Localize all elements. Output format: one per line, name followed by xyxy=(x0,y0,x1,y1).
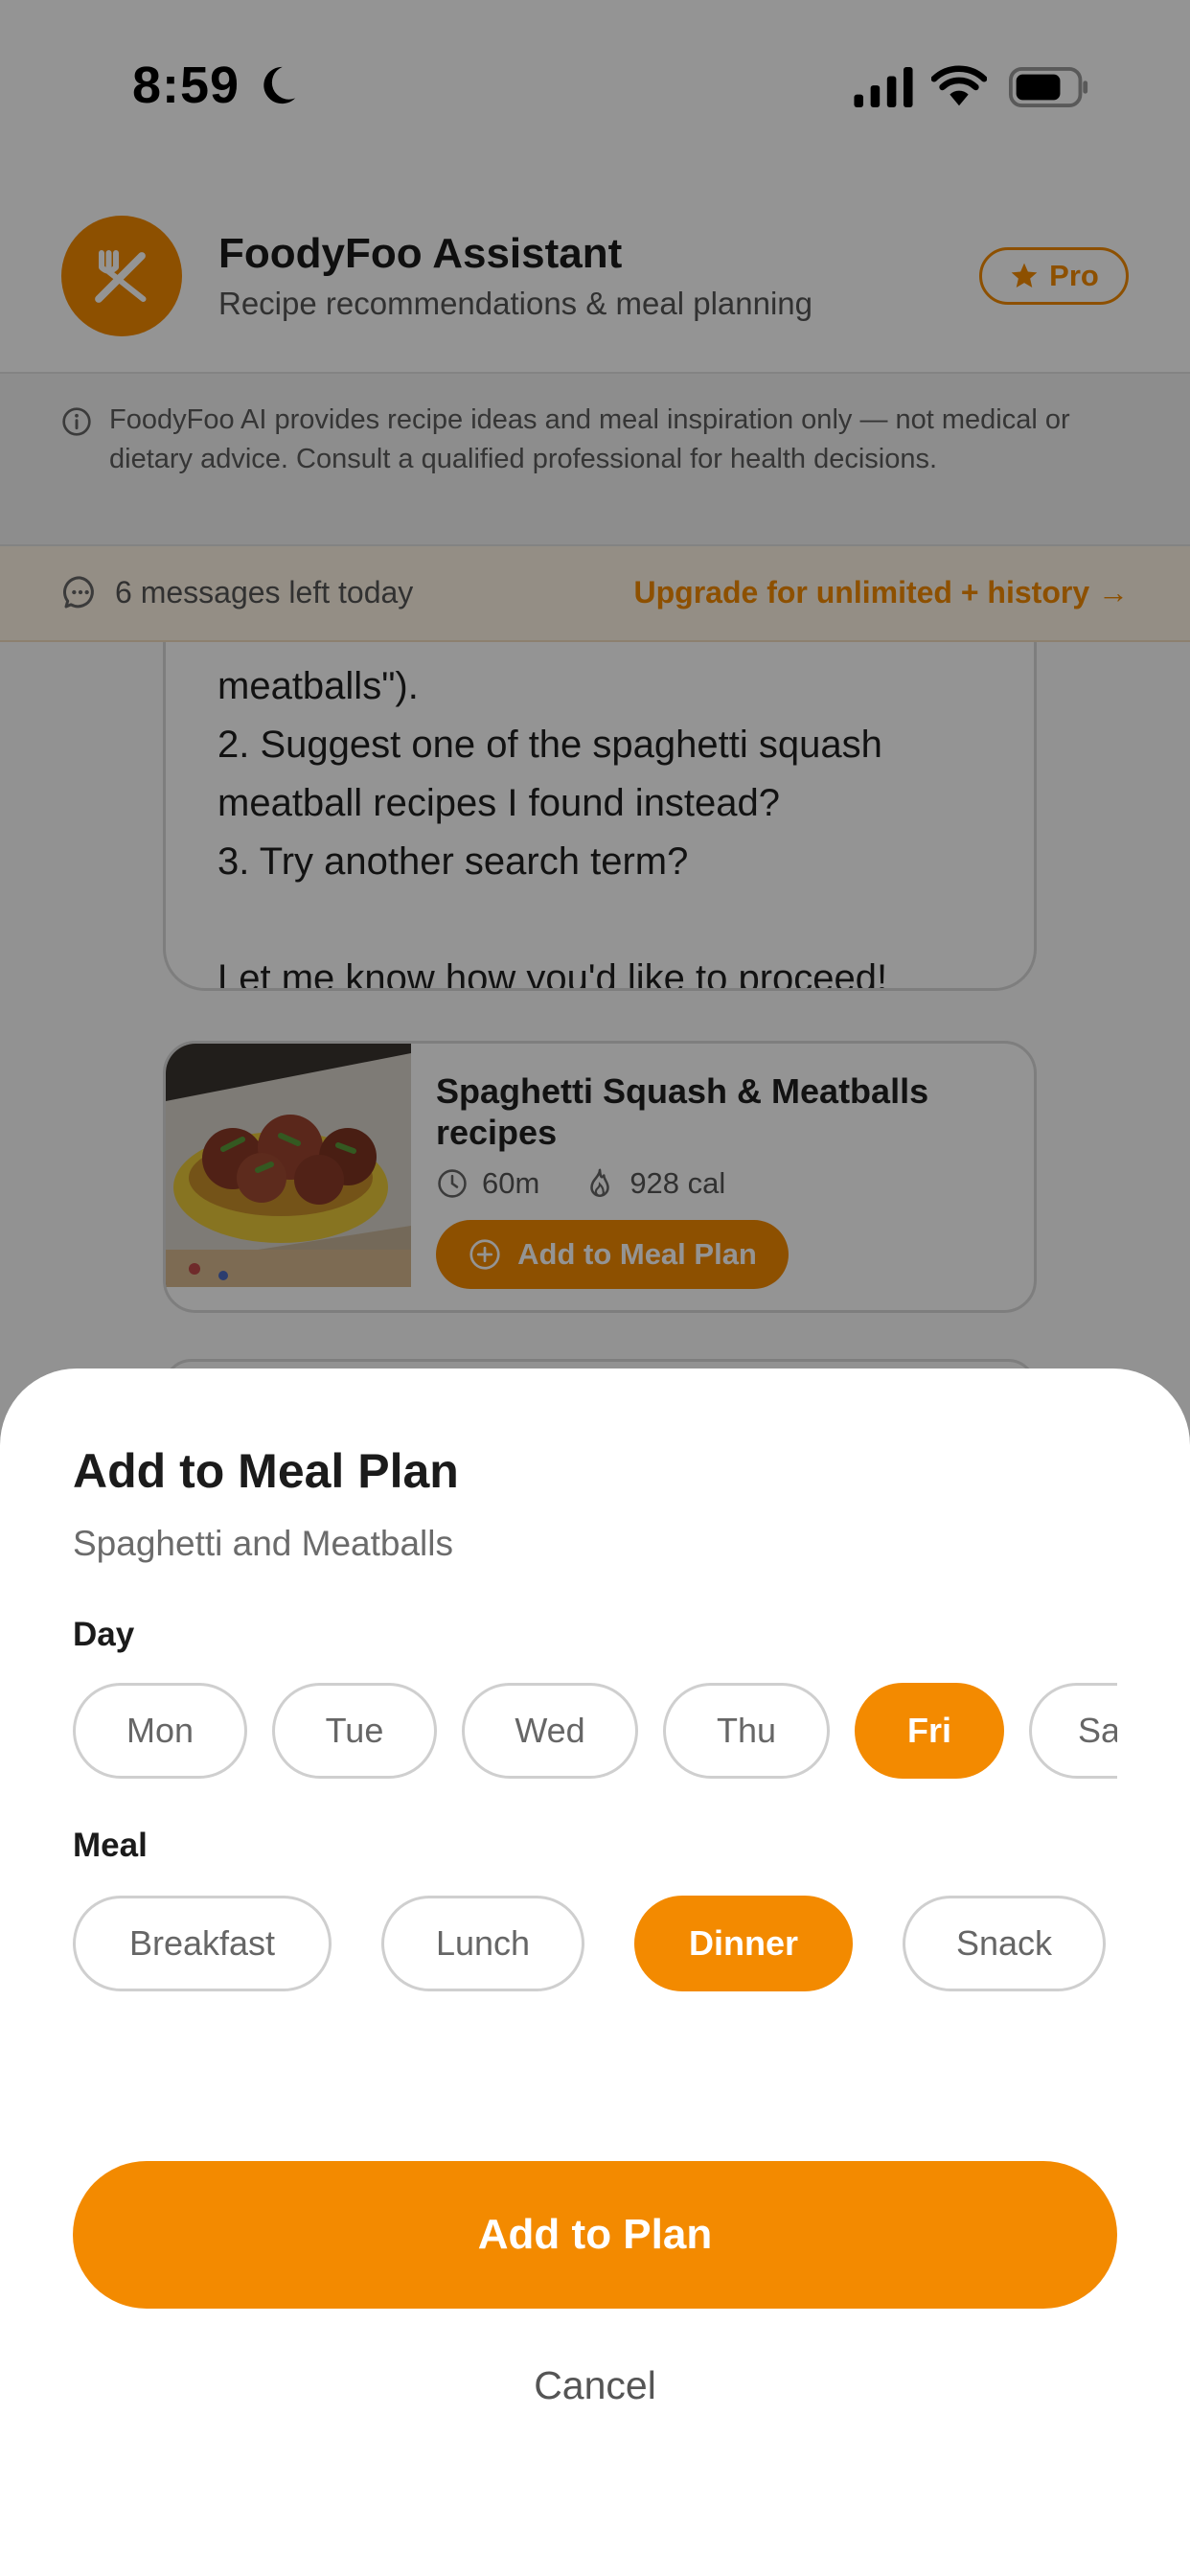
meal-option-breakfast[interactable]: Breakfast xyxy=(73,1896,332,1991)
day-option-wed[interactable]: Wed xyxy=(462,1683,638,1779)
day-option-fri[interactable]: Fri xyxy=(855,1683,1004,1779)
add-to-meal-plan-sheet: Add to Meal Plan Spaghetti and Meatballs… xyxy=(0,1368,1190,2576)
cancel-button[interactable]: Cancel xyxy=(0,2363,1190,2408)
day-option-tue[interactable]: Tue xyxy=(272,1683,437,1779)
day-label: Day xyxy=(73,1616,135,1653)
sheet-recipe-name: Spaghetti and Meatballs xyxy=(73,1524,453,1563)
meal-option-snack[interactable]: Snack xyxy=(903,1896,1106,1991)
day-option-thu[interactable]: Thu xyxy=(663,1683,830,1779)
meal-label: Meal xyxy=(73,1827,148,1864)
meal-selector[interactable]: Breakfast Lunch Dinner Snack xyxy=(73,1896,1117,1991)
add-to-plan-button[interactable]: Add to Plan xyxy=(73,2161,1117,2309)
day-option-sat[interactable]: Sa xyxy=(1029,1683,1117,1779)
sheet-title: Add to Meal Plan xyxy=(73,1444,459,1498)
day-option-mon[interactable]: Mon xyxy=(73,1683,247,1779)
meal-option-dinner[interactable]: Dinner xyxy=(634,1896,853,1991)
day-selector[interactable]: Mon Tue Wed Thu Fri Sa xyxy=(73,1683,1117,1782)
meal-option-lunch[interactable]: Lunch xyxy=(381,1896,584,1991)
